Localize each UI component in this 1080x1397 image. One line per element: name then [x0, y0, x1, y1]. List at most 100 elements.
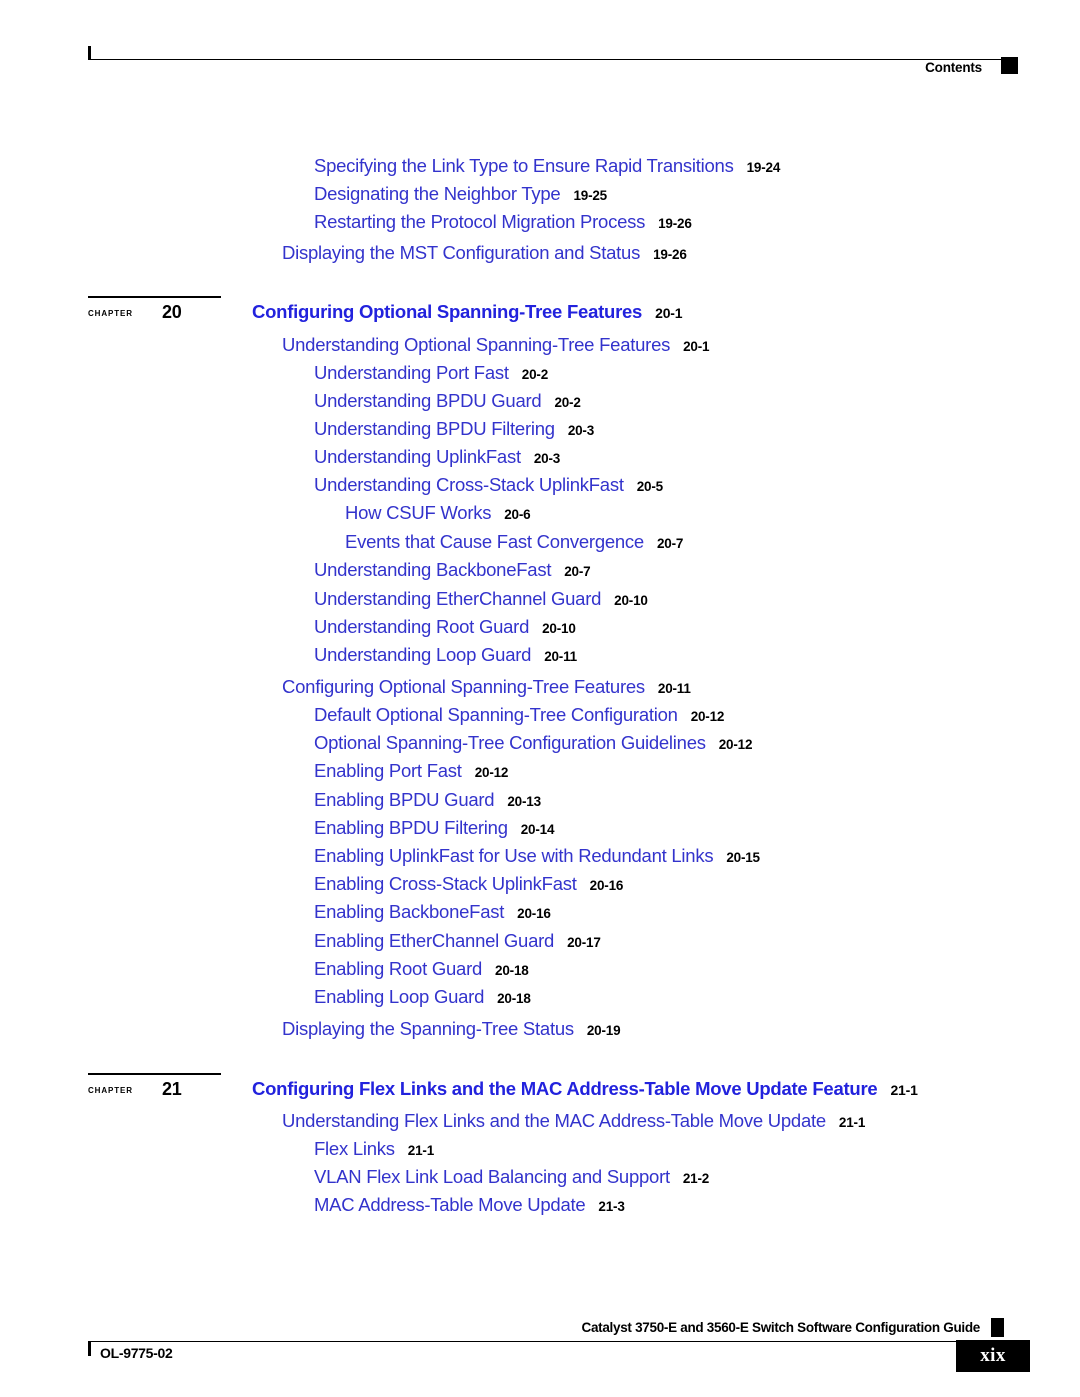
toc-entry-page: 21-2	[682, 1171, 710, 1186]
black-square-icon	[991, 1318, 1004, 1337]
toc-entry-title: Understanding UplinkFast	[314, 446, 521, 467]
toc-entry-title: Understanding BPDU Guard	[314, 390, 542, 411]
toc-entry-page: 20-12	[474, 765, 509, 780]
toc-entry[interactable]: Enabling EtherChannel Guard 20-17	[314, 930, 601, 958]
toc-entry-page: 21-3	[598, 1199, 625, 1214]
toc-entry-page: 20-1	[655, 305, 683, 321]
toc-entry-page: 20-18	[497, 991, 531, 1006]
chapter-marker: Chapter 20	[88, 296, 223, 330]
toc-entry[interactable]: Enabling BPDU Guard 20-13	[314, 789, 541, 817]
chapter-number: 21	[162, 1079, 182, 1099]
toc-entry-title: Displaying the MST Configuration and Sta…	[282, 242, 641, 263]
chapter-marker-rule	[88, 296, 221, 298]
page-number: xix	[980, 1345, 1006, 1366]
toc-entry-page: 20-6	[504, 507, 531, 522]
toc-entry-page: 20-2	[521, 367, 549, 382]
toc-entry-title: VLAN Flex Link Load Balancing and Suppor…	[314, 1166, 670, 1187]
toc-entry[interactable]: Displaying the MST Configuration and Sta…	[282, 242, 687, 270]
toc-entry-title: Displaying the Spanning-Tree Status	[282, 1018, 574, 1039]
toc-entry-title: Understanding Flex Links and the MAC Add…	[282, 1110, 826, 1131]
toc-entry[interactable]: How CSUF Works 20-6	[345, 502, 531, 530]
toc-entry-title: Understanding EtherChannel Guard	[314, 588, 602, 609]
toc-entry-title: Restarting the Protocol Migration Proces…	[314, 211, 646, 232]
toc-entry-title: Configuring Flex Links and the MAC Addre…	[252, 1078, 878, 1099]
toc-entry[interactable]: Enabling Root Guard 20-18	[314, 958, 529, 986]
toc-entry-title: Understanding Root Guard	[314, 616, 530, 637]
toc-chapter-entry[interactable]: Configuring Flex Links and the MAC Addre…	[252, 1078, 918, 1106]
toc-entry-page: 20-16	[589, 878, 624, 893]
toc-entry-page: 20-1	[683, 339, 710, 354]
toc-entry-title: Specifying the Link Type to Ensure Rapid…	[314, 155, 734, 176]
chapter-marker-rule	[88, 1073, 221, 1075]
toc-entry[interactable]: Enabling Port Fast 20-12	[314, 760, 508, 788]
toc-entry-title: Enabling BPDU Guard	[314, 789, 495, 810]
toc-entry-page: 20-11	[657, 681, 691, 696]
toc-entry[interactable]: Configuring Optional Spanning-Tree Featu…	[282, 676, 691, 704]
chapter-marker: Chapter 21	[88, 1073, 223, 1107]
toc-entry-title: Flex Links	[314, 1138, 395, 1159]
toc-entry-title: Configuring Optional Spanning-Tree Featu…	[282, 676, 645, 697]
toc-entry-page: 20-14	[520, 822, 555, 837]
toc-entry[interactable]: Understanding Flex Links and the MAC Add…	[282, 1110, 865, 1138]
toc-entry-page: 21-1	[407, 1143, 435, 1158]
toc-entry[interactable]: Enabling Cross-Stack UplinkFast 20-16	[314, 873, 623, 901]
toc-entry[interactable]: Enabling BackboneFast 20-16	[314, 901, 551, 929]
footer-rule	[88, 1341, 1018, 1342]
toc-entry[interactable]: Flex Links 21-1	[314, 1138, 434, 1166]
toc-entry[interactable]: Default Optional Spanning-Tree Configura…	[314, 704, 724, 732]
toc-chapter-entry[interactable]: Configuring Optional Spanning-Tree Featu…	[252, 301, 683, 329]
toc-entry-page: 20-3	[567, 423, 595, 438]
toc-entry-page: 20-3	[533, 451, 561, 466]
toc-entry-page: 20-11	[544, 649, 577, 664]
toc-entry[interactable]: Enabling BPDU Filtering 20-14	[314, 817, 554, 845]
toc-entry-page: 19-25	[573, 188, 607, 203]
toc-entry[interactable]: Understanding Port Fast 20-2	[314, 362, 548, 390]
toc-entry[interactable]: Understanding UplinkFast 20-3	[314, 446, 560, 474]
toc-entry[interactable]: MAC Address-Table Move Update 21-3	[314, 1194, 625, 1222]
toc-entry-page: 20-16	[517, 906, 551, 921]
toc-entry-page: 19-26	[658, 216, 692, 231]
toc-entry-page: 20-7	[564, 564, 591, 579]
toc-entry-page: 20-10	[542, 621, 576, 636]
toc-entry[interactable]: Understanding EtherChannel Guard 20-10	[314, 588, 648, 616]
footer-left-tick	[88, 1341, 91, 1356]
toc-entry[interactable]: Understanding Cross-Stack UplinkFast 20-5	[314, 474, 663, 502]
toc-entry-page: 20-2	[554, 395, 581, 410]
toc-entry-title: Enabling BPDU Filtering	[314, 817, 508, 838]
toc-entry[interactable]: Understanding Loop Guard 20-11	[314, 644, 577, 672]
toc-entry-title: Understanding Port Fast	[314, 362, 509, 383]
toc-entry-page: 20-13	[507, 794, 541, 809]
toc-entry[interactable]: Enabling Loop Guard 20-18	[314, 986, 531, 1014]
toc-entry-title: Enabling Loop Guard	[314, 986, 485, 1007]
toc-entry-title: Designating the Neighbor Type	[314, 183, 561, 204]
header-contents-label: Contents	[925, 60, 982, 75]
header-left-tick	[88, 46, 91, 60]
toc-entry-page: 21-1	[838, 1115, 866, 1130]
toc-entry[interactable]: Specifying the Link Type to Ensure Rapid…	[314, 155, 780, 183]
toc-entry[interactable]: Enabling UplinkFast for Use with Redunda…	[314, 845, 760, 873]
toc-entry[interactable]: Understanding Root Guard 20-10	[314, 616, 576, 644]
toc-entry[interactable]: Designating the Neighbor Type 19-25	[314, 183, 607, 211]
footer-document-title: Catalyst 3750-E and 3560-E Switch Softwa…	[581, 1320, 981, 1335]
toc-entry[interactable]: VLAN Flex Link Load Balancing and Suppor…	[314, 1166, 709, 1194]
page-header: Contents	[88, 46, 1018, 86]
toc-entry-page: 20-19	[586, 1023, 621, 1038]
toc-entry[interactable]: Understanding BPDU Filtering 20-3	[314, 418, 594, 446]
toc-entry[interactable]: Events that Cause Fast Convergence 20-7	[345, 531, 683, 559]
toc-entry-title: How CSUF Works	[345, 502, 492, 523]
toc-entry-title: Enabling EtherChannel Guard	[314, 930, 555, 951]
page-number-box: xix	[956, 1340, 1030, 1372]
toc-entry[interactable]: Restarting the Protocol Migration Proces…	[314, 211, 692, 239]
toc-entry[interactable]: Understanding BackboneFast 20-7	[314, 559, 591, 587]
toc-entry[interactable]: Understanding Optional Spanning-Tree Fea…	[282, 334, 710, 362]
chapter-number: 20	[162, 302, 182, 322]
toc-entry[interactable]: Optional Spanning-Tree Configuration Gui…	[314, 732, 752, 760]
toc-entry-title: Default Optional Spanning-Tree Configura…	[314, 704, 678, 725]
toc-entry-title: Events that Cause Fast Convergence	[345, 531, 644, 552]
toc-entry[interactable]: Understanding BPDU Guard 20-2	[314, 390, 581, 418]
toc-entry-page: 20-5	[636, 479, 663, 494]
toc-entry-title: Understanding Cross-Stack UplinkFast	[314, 474, 624, 495]
toc-entry-page: 20-18	[495, 963, 529, 978]
toc-entry-title: Enabling Port Fast	[314, 760, 462, 781]
toc-entry[interactable]: Displaying the Spanning-Tree Status 20-19	[282, 1018, 621, 1046]
